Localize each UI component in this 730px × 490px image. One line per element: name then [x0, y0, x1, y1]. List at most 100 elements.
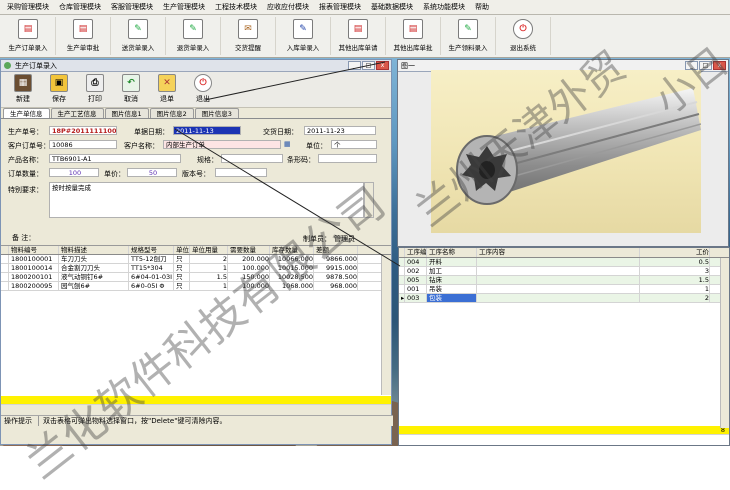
- table-cell[interactable]: [477, 294, 640, 302]
- delivery-date-picker[interactable]: 2011-11-23: [304, 126, 376, 135]
- table-cell[interactable]: 1.5: [640, 276, 710, 284]
- grid-header-cell[interactable]: 单位: [174, 246, 190, 254]
- order-date-picker[interactable]: 2011-11-13: [173, 126, 241, 135]
- table-row[interactable]: 1800100001 车刀刀头 TT5-12刨刀只 2 200.000 10066.000…: [1, 255, 391, 264]
- void-order-button[interactable]: ✕ 退单: [149, 74, 185, 104]
- new-button[interactable]: ▦ 新建: [5, 74, 41, 104]
- table-row[interactable]: 005 钻床 1.5: [399, 276, 729, 285]
- table-cell[interactable]: 园气刨6#: [59, 282, 129, 290]
- table-cell[interactable]: 1800200101: [9, 273, 59, 281]
- table-cell[interactable]: 100.000: [228, 264, 270, 272]
- table-cell[interactable]: 1: [190, 264, 228, 272]
- table-cell[interactable]: 005: [405, 276, 427, 284]
- table-cell[interactable]: 1.5: [190, 273, 228, 281]
- menu-customer-service[interactable]: 客服管理模块: [106, 0, 158, 15]
- exit-button[interactable]: ⏻ 退出: [185, 74, 221, 104]
- grid-header-cell[interactable]: 物料编号: [9, 246, 59, 254]
- table-cell[interactable]: 6#0-05I Φ: [129, 282, 174, 290]
- process-header-cell[interactable]: 工序名称: [427, 248, 477, 257]
- table-cell[interactable]: 003: [405, 294, 427, 302]
- table-cell[interactable]: 002: [405, 267, 427, 275]
- table-cell[interactable]: [477, 267, 640, 275]
- grid-header-cell[interactable]: 库存数量: [270, 246, 314, 254]
- close-button[interactable]: x: [376, 61, 389, 70]
- table-cell[interactable]: 液气动铜钉6#: [59, 273, 129, 281]
- requirement-textarea[interactable]: 按时按量完成: [49, 182, 364, 218]
- table-cell[interactable]: 车刀刀头: [59, 255, 129, 263]
- table-cell[interactable]: 9866.000: [314, 255, 358, 263]
- tab-image-3[interactable]: 图片信息3: [194, 108, 239, 118]
- menu-help[interactable]: 帮助: [470, 0, 494, 15]
- table-cell[interactable]: 开料: [427, 258, 477, 266]
- toolbar-material-pick-button[interactable]: ✎ 生产领料录入: [441, 17, 496, 55]
- table-cell[interactable]: 1800100001: [9, 255, 59, 263]
- table-row[interactable]: 1800200101 液气动铜钉6# 6#04-01-03I 只 1.5 150.000 1…: [1, 273, 391, 282]
- toolbar-exit-button[interactable]: ⏻ 退出系统: [496, 17, 551, 55]
- table-row[interactable]: 1800100014 合金割刀刀头 TT15*304 只 1 100.000 10015.0…: [1, 264, 391, 273]
- table-cell[interactable]: 1068.000: [270, 282, 314, 290]
- table-cell[interactable]: 只: [174, 255, 190, 263]
- table-row[interactable]: ▸ 003 包装 2: [399, 294, 729, 303]
- toolbar-other-out-request-button[interactable]: ▤ 其他出库单请: [331, 17, 386, 55]
- print-button[interactable]: ⎙ 打印: [77, 74, 113, 104]
- table-row[interactable]: 002 加工 3: [399, 267, 729, 276]
- table-cell[interactable]: 10015.000: [270, 264, 314, 272]
- table-cell[interactable]: 只: [174, 282, 190, 290]
- menu-system[interactable]: 系统功能模块: [418, 0, 470, 15]
- cancel-button[interactable]: ↶ 取消: [113, 74, 149, 104]
- grid-scrollbar[interactable]: [381, 255, 391, 395]
- tab-image-1[interactable]: 图片信息1: [104, 108, 149, 118]
- toolbar-delivery-reminder-button[interactable]: ✉ 交货提醒: [221, 17, 276, 55]
- quantity-field[interactable]: 100: [49, 168, 99, 177]
- table-cell[interactable]: TT15*304: [129, 264, 174, 272]
- table-cell[interactable]: 只: [174, 273, 190, 281]
- tab-order-info[interactable]: 生产单信息: [3, 108, 50, 118]
- toolbar-return-entry-button[interactable]: ✎ 退货单录入: [166, 17, 221, 55]
- table-cell[interactable]: [477, 285, 640, 293]
- table-cell[interactable]: 1: [190, 282, 228, 290]
- table-cell[interactable]: 150.000: [228, 273, 270, 281]
- grid-header-cell[interactable]: 差额: [314, 246, 358, 254]
- table-cell[interactable]: 0.5: [640, 258, 710, 266]
- product-name-field[interactable]: TTB6901-A1: [49, 154, 181, 163]
- minimize-button[interactable]: _: [348, 61, 361, 70]
- maximize-button[interactable]: □: [362, 61, 375, 70]
- tab-image-2[interactable]: 图片信息2: [149, 108, 194, 118]
- table-cell[interactable]: 100.000: [228, 282, 270, 290]
- table-cell[interactable]: 004: [405, 258, 427, 266]
- table-cell[interactable]: 6#04-01-03I: [129, 273, 174, 281]
- process-scrollbar[interactable]: [720, 258, 729, 428]
- barcode-field[interactable]: [318, 154, 377, 163]
- menu-payables[interactable]: 应收应付模块: [262, 0, 314, 15]
- table-cell[interactable]: 1800200095: [9, 282, 59, 290]
- grid-header-cell[interactable]: 规格型号: [129, 246, 174, 254]
- image-maximize-button[interactable]: □: [699, 61, 712, 70]
- table-cell[interactable]: 9915.000: [314, 264, 358, 272]
- table-cell[interactable]: 吊装: [427, 285, 477, 293]
- table-cell[interactable]: 1: [640, 285, 710, 293]
- menu-base-data[interactable]: 基础数据模块: [366, 0, 418, 15]
- table-row[interactable]: 1800200095 园气刨6# 6#0-05I Φ 只 1 100.000 1068.00…: [1, 282, 391, 291]
- tab-process-info[interactable]: 生产工艺信息: [50, 108, 104, 118]
- customer-order-field[interactable]: 10086: [49, 140, 117, 149]
- table-cell[interactable]: 1800100014: [9, 264, 59, 272]
- process-header-cell[interactable]: 工序编号: [405, 248, 427, 257]
- table-cell[interactable]: TT5-12刨刀: [129, 255, 174, 263]
- table-cell[interactable]: 3: [640, 267, 710, 275]
- table-cell[interactable]: 200.000: [228, 255, 270, 263]
- table-cell[interactable]: 2: [640, 294, 710, 302]
- table-cell[interactable]: 968.000: [314, 282, 358, 290]
- lookup-icon[interactable]: ▦: [284, 140, 291, 148]
- grid-header-cell[interactable]: 物料描述: [59, 246, 129, 254]
- menu-warehouse[interactable]: 仓库管理模块: [54, 0, 106, 15]
- table-cell[interactable]: 9878.500: [314, 273, 358, 281]
- process-header-cell[interactable]: 工序内容: [477, 248, 640, 257]
- grid-header-cell[interactable]: 单位用量: [190, 246, 228, 254]
- menu-purchase[interactable]: 采购管理模块: [2, 0, 54, 15]
- menu-engineering[interactable]: 工程技术模块: [210, 0, 262, 15]
- image-close-button[interactable]: x: [713, 61, 726, 70]
- toolbar-delivery-entry-button[interactable]: ✎ 送货单录入: [111, 17, 166, 55]
- table-cell[interactable]: 10066.000: [270, 255, 314, 263]
- toolbar-order-approve-button[interactable]: ▤ 生产单审批: [56, 17, 111, 55]
- unit-price-field[interactable]: 50: [127, 168, 177, 177]
